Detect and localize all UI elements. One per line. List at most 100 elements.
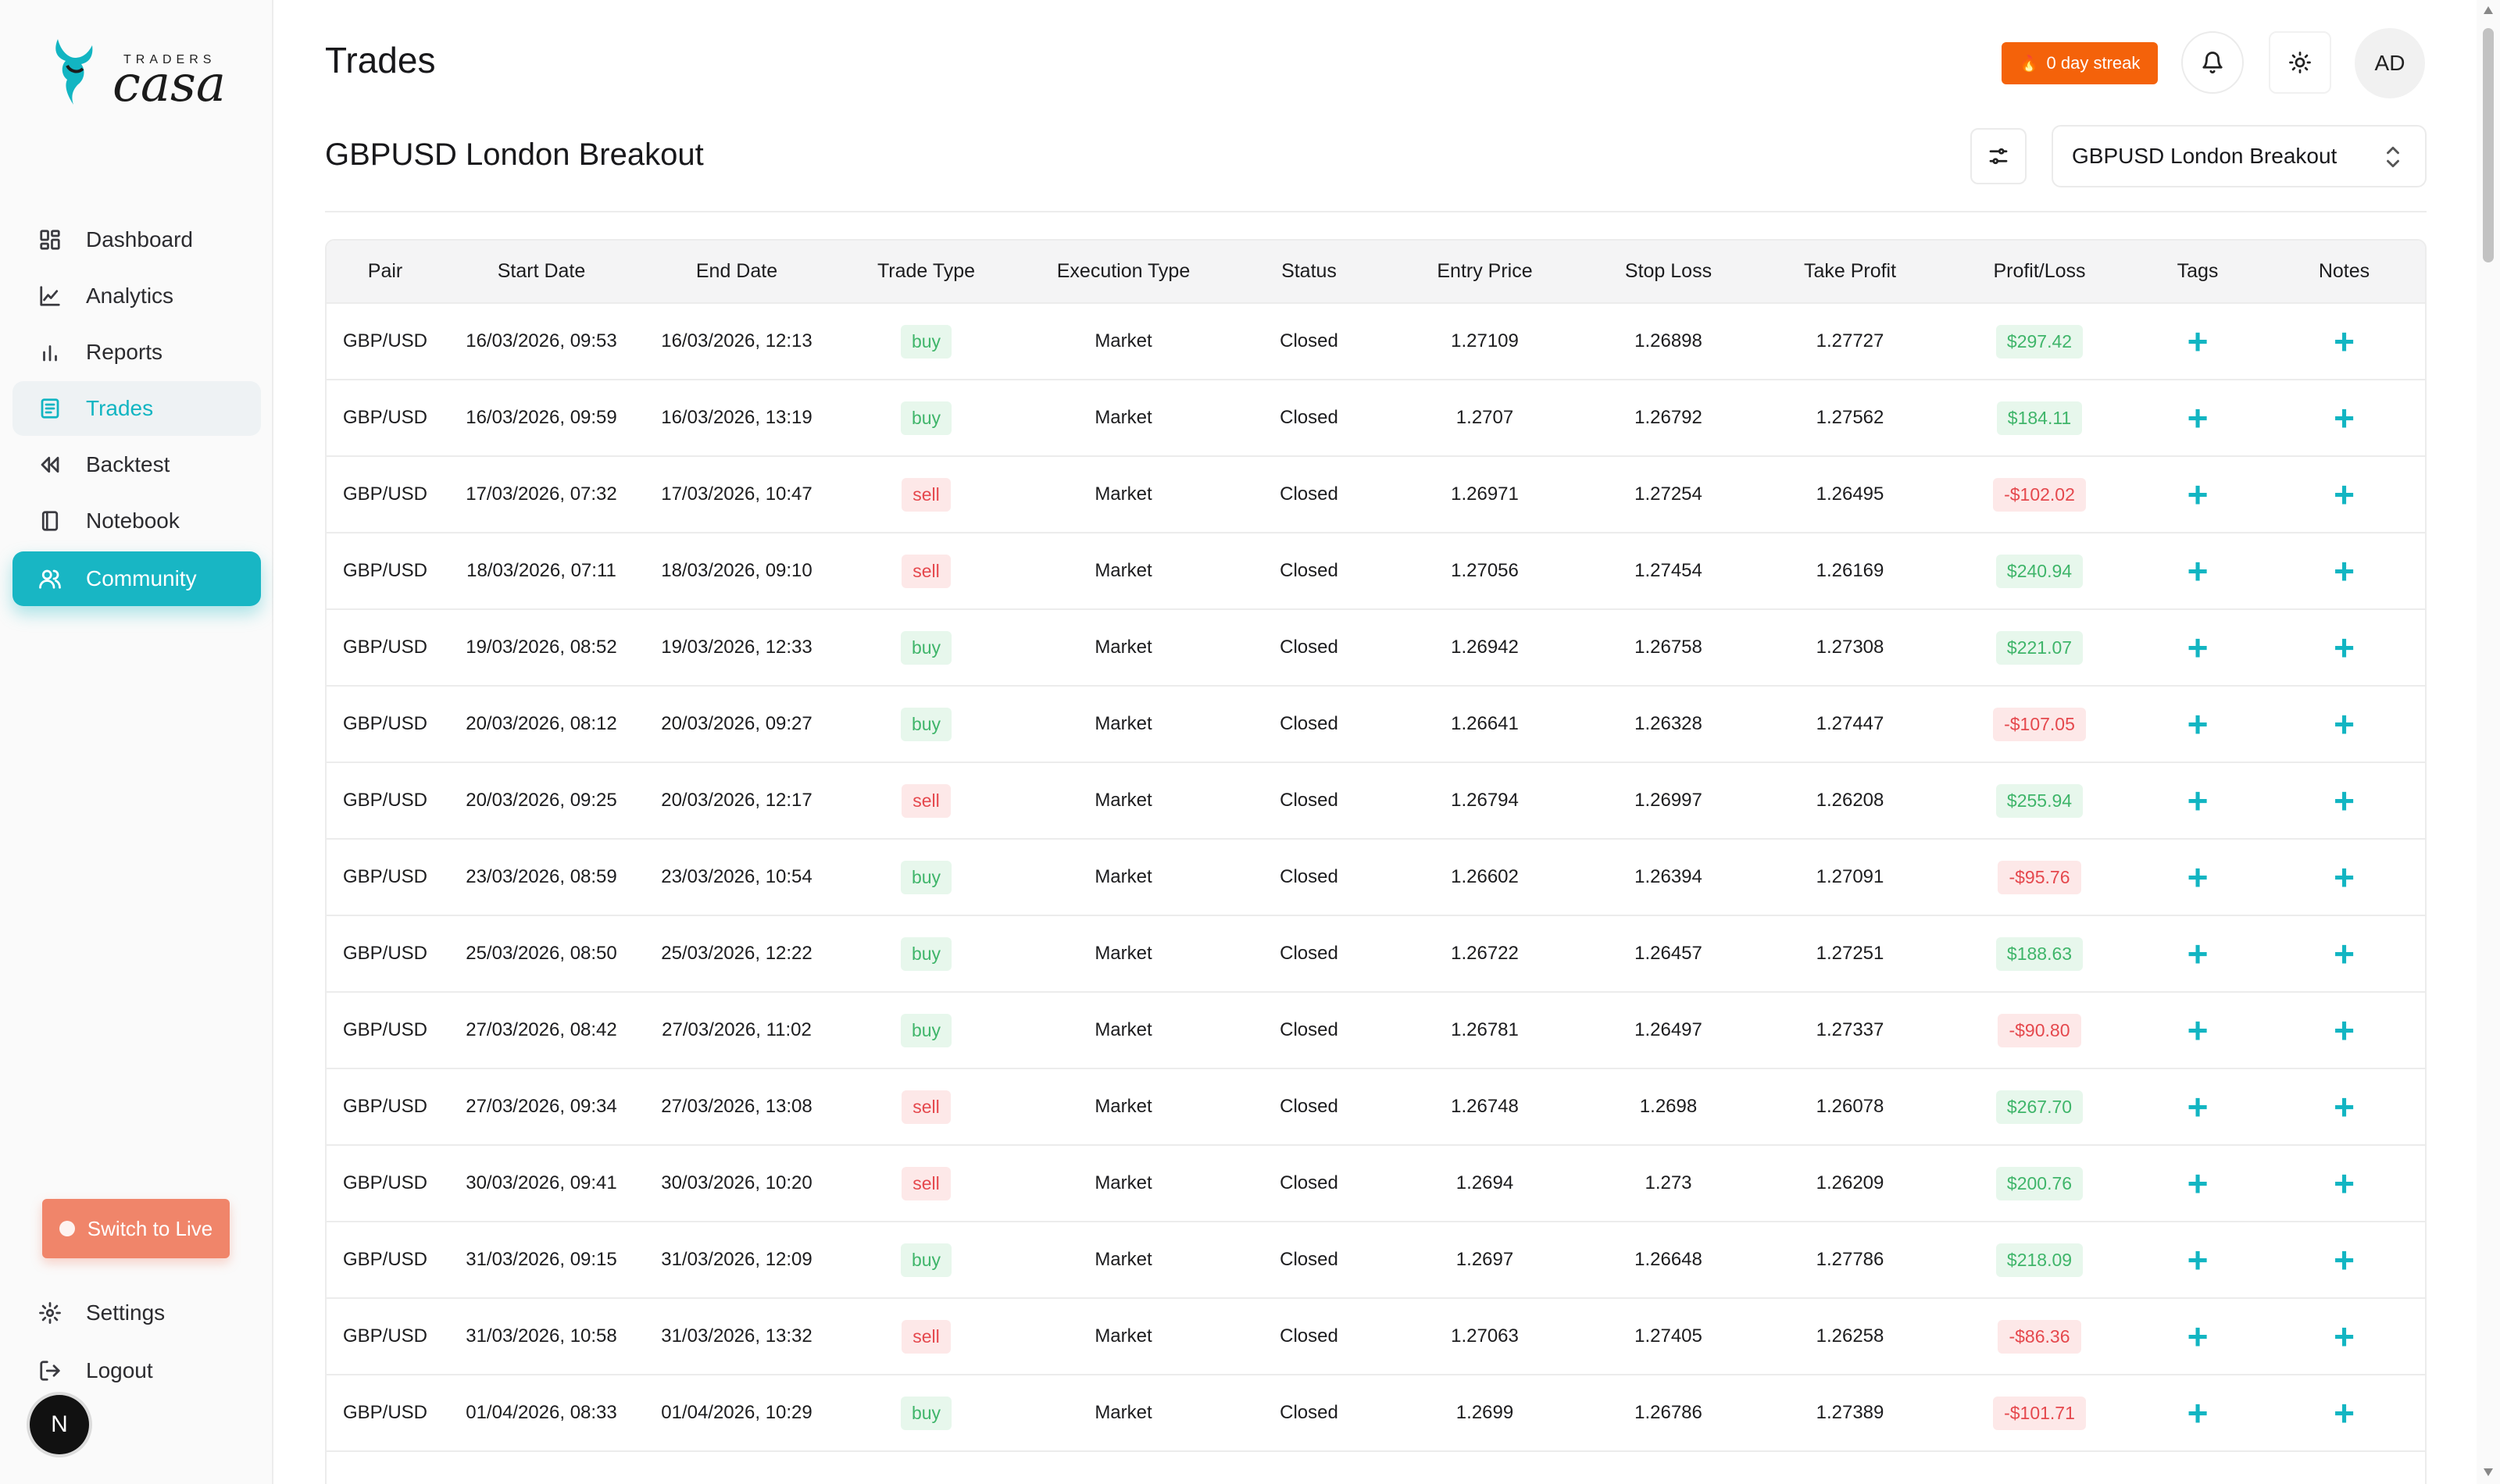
add-tag-button[interactable]: + — [2188, 476, 2209, 512]
logo[interactable]: TRADERS casa — [47, 34, 234, 112]
cell-notes: + — [2260, 609, 2425, 687]
switch-to-live-button[interactable]: Switch to Live — [42, 1199, 230, 1258]
profit-loss-badge: -$102.02 — [1993, 477, 2086, 512]
sidebar-item-reports[interactable]: Reports — [12, 325, 261, 380]
table-row[interactable]: GBP/USD 31/03/2026, 10:58 31/03/2026, 13:3… — [327, 1298, 2425, 1375]
add-note-button[interactable]: + — [2334, 1089, 2355, 1125]
add-note-button[interactable]: + — [2334, 1395, 2355, 1431]
sidebar-item-logout[interactable]: Logout — [12, 1343, 261, 1399]
table-row[interactable]: GBP/USD 30/03/2026, 09:41 30/03/2026, 10:2… — [327, 1145, 2425, 1222]
cell-trade-type: sell — [834, 1145, 1018, 1222]
cell-entry-price: 1.26641 — [1389, 686, 1580, 763]
scroll-up-arrow-icon[interactable] — [2484, 6, 2493, 14]
add-note-button[interactable]: + — [2334, 630, 2355, 665]
add-note-button[interactable]: + — [2334, 323, 2355, 359]
add-note-button[interactable]: + — [2334, 1242, 2355, 1278]
column-header-end-date[interactable]: End Date — [639, 241, 834, 304]
page-scrollbar[interactable] — [2477, 0, 2500, 1484]
scrollbar-thumb[interactable] — [2483, 28, 2494, 262]
table-row[interactable]: GBP/USD 31/03/2026, 09:15 31/03/2026, 12:0… — [327, 1222, 2425, 1299]
filter-button[interactable] — [1970, 128, 2027, 184]
scroll-down-arrow-icon[interactable] — [2484, 1468, 2493, 1476]
sidebar-item-trades[interactable]: Trades — [12, 381, 261, 436]
add-tag-button[interactable]: + — [2188, 1318, 2209, 1354]
cell-trade-type: buy — [834, 839, 1018, 916]
strategy-select[interactable]: GBPUSD London Breakout — [2052, 125, 2427, 187]
add-note-button[interactable]: + — [2334, 783, 2355, 819]
column-header-tags[interactable]: Tags — [2135, 241, 2260, 304]
table-row[interactable]: GBP/USD 17/03/2026, 07:32 17/03/2026, 10:4… — [327, 456, 2425, 533]
sidebar-item-notebook[interactable]: Notebook — [12, 494, 261, 548]
trade-type-badge: sell — [902, 477, 951, 512]
cell-trade-type: buy — [834, 992, 1018, 1069]
sidebar-item-analytics[interactable]: Analytics — [12, 269, 261, 323]
column-header-pair[interactable]: Pair — [327, 241, 444, 304]
cell-take-profit: 1.26258 — [1756, 1298, 1944, 1375]
column-header-execution-type[interactable]: Execution Type — [1018, 241, 1229, 304]
theme-toggle-button[interactable] — [2269, 31, 2331, 94]
cell-trade-type: buy — [834, 380, 1018, 457]
add-note-button[interactable]: + — [2334, 400, 2355, 436]
add-note-button[interactable]: + — [2334, 859, 2355, 895]
bell-icon — [2202, 52, 2223, 73]
column-header-take-profit[interactable]: Take Profit — [1756, 241, 1944, 304]
table-row[interactable]: GBP/USD 01/04/2026, 08:33 01/04/2026, 10:2… — [327, 1375, 2425, 1452]
cell-tags: + — [2135, 533, 2260, 610]
add-note-button[interactable]: + — [2334, 1165, 2355, 1201]
add-note-button[interactable]: + — [2334, 936, 2355, 972]
column-header-entry-price[interactable]: Entry Price — [1389, 241, 1580, 304]
dashboard-icon — [38, 227, 62, 252]
add-tag-button[interactable]: + — [2188, 400, 2209, 436]
add-tag-button[interactable]: + — [2188, 859, 2209, 895]
add-note-button[interactable]: + — [2334, 553, 2355, 589]
workspace-avatar[interactable]: N — [30, 1395, 89, 1454]
table-row[interactable]: GBP/USD 25/03/2026, 08:50 25/03/2026, 12:2… — [327, 915, 2425, 993]
cell-start-date: 31/03/2026, 10:58 — [444, 1298, 639, 1375]
cell-execution-type: Market — [1018, 303, 1229, 380]
notifications-button[interactable] — [2181, 31, 2244, 94]
add-tag-button[interactable]: + — [2188, 706, 2209, 742]
streak-badge[interactable]: 🔥 0 day streak — [2002, 42, 2158, 84]
add-note-button[interactable]: + — [2334, 1318, 2355, 1354]
add-tag-button[interactable]: + — [2188, 1395, 2209, 1431]
cell-entry-price: 1.2699 — [1389, 1375, 1580, 1452]
add-note-button[interactable]: + — [2334, 476, 2355, 512]
page-title: Trades — [325, 40, 436, 80]
add-tag-button[interactable]: + — [2188, 1242, 2209, 1278]
add-tag-button[interactable]: + — [2188, 630, 2209, 665]
table-row[interactable]: GBP/USD 18/03/2026, 07:11 18/03/2026, 09:1… — [327, 533, 2425, 610]
add-tag-button[interactable]: + — [2188, 1089, 2209, 1125]
cell-start-date: 20/03/2026, 08:12 — [444, 686, 639, 763]
table-row[interactable]: GBP/USD 16/03/2026, 09:59 16/03/2026, 13:1… — [327, 380, 2425, 457]
column-header-notes[interactable]: Notes — [2260, 241, 2425, 304]
table-row[interactable]: GBP/USD 16/03/2026, 09:53 16/03/2026, 12:1… — [327, 303, 2425, 380]
add-tag-button[interactable]: + — [2188, 323, 2209, 359]
table-row[interactable]: GBP/USD 27/03/2026, 08:42 27/03/2026, 11:0… — [327, 992, 2425, 1069]
sidebar-nav: Dashboard Analytics Reports Trades Backt… — [12, 212, 261, 608]
table-row[interactable]: GBP/USD 20/03/2026, 09:25 20/03/2026, 12:1… — [327, 762, 2425, 840]
sidebar-item-backtest[interactable]: Backtest — [12, 437, 261, 492]
cell-stop-loss: 1.273 — [1580, 1145, 1756, 1222]
add-note-button[interactable]: + — [2334, 706, 2355, 742]
column-header-trade-type[interactable]: Trade Type — [834, 241, 1018, 304]
user-avatar[interactable]: AD — [2355, 28, 2425, 98]
column-header-stop-loss[interactable]: Stop Loss — [1580, 241, 1756, 304]
add-tag-button[interactable]: + — [2188, 783, 2209, 819]
table-row[interactable]: GBP/USD 20/03/2026, 08:12 20/03/2026, 09:2… — [327, 686, 2425, 763]
column-header-status[interactable]: Status — [1229, 241, 1389, 304]
sidebar-item-settings[interactable]: Settings — [12, 1285, 261, 1341]
add-tag-button[interactable]: + — [2188, 553, 2209, 589]
table-row[interactable]: GBP/USD 27/03/2026, 09:34 27/03/2026, 13:0… — [327, 1068, 2425, 1146]
add-note-button[interactable]: + — [2334, 1012, 2355, 1048]
cell-stop-loss: 1.26758 — [1580, 609, 1756, 687]
table-row[interactable]: GBP/USD 19/03/2026, 08:52 19/03/2026, 12:3… — [327, 609, 2425, 687]
table-row[interactable]: GBP/USD 23/03/2026, 08:59 23/03/2026, 10:5… — [327, 839, 2425, 916]
add-tag-button[interactable]: + — [2188, 936, 2209, 972]
column-header-start-date[interactable]: Start Date — [444, 241, 639, 304]
add-tag-button[interactable]: + — [2188, 1012, 2209, 1048]
column-header-profit-loss[interactable]: Profit/Loss — [1944, 241, 2135, 304]
sidebar-item-dashboard[interactable]: Dashboard — [12, 212, 261, 267]
add-tag-button[interactable]: + — [2188, 1165, 2209, 1201]
sidebar-item-community[interactable]: Community — [12, 551, 261, 606]
cell-stop-loss: 1.26648 — [1580, 1222, 1756, 1299]
